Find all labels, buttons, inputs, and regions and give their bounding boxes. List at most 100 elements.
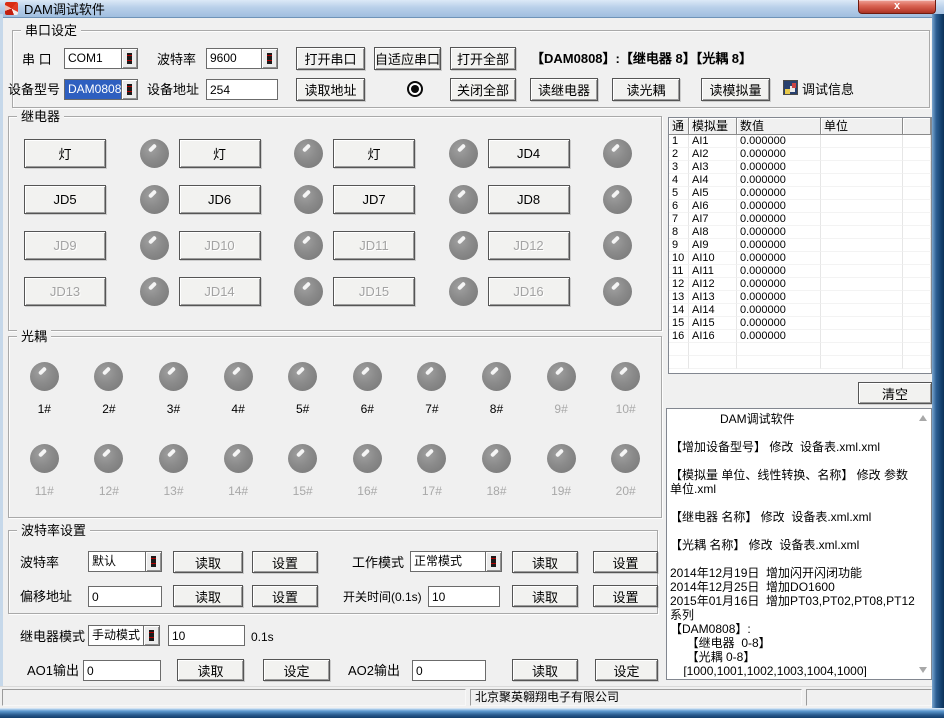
relay-button[interactable]: JD10 <box>179 231 261 260</box>
relay-button[interactable]: JD8 <box>488 185 570 214</box>
table-row[interactable] <box>669 343 931 356</box>
debug-info-icon[interactable] <box>783 80 798 95</box>
relay-mode-combo-dropdown-icon[interactable] <box>143 626 159 645</box>
auto-port-button[interactable]: 自适应串口 <box>374 47 441 70</box>
read-relay-button[interactable]: 读继电器 <box>530 78 598 101</box>
baud-combo-dropdown-icon[interactable] <box>261 49 277 68</box>
table-row[interactable]: 11 AI11 0.000000 <box>669 265 931 278</box>
read-analog-button[interactable]: 读模拟量 <box>701 78 770 101</box>
ao2-input[interactable] <box>412 660 486 681</box>
relay-button[interactable]: 灯 <box>333 139 415 168</box>
read-opto-button[interactable]: 读光耦 <box>612 78 680 101</box>
relay-time-input[interactable] <box>168 625 245 646</box>
open-port-button[interactable]: 打开串口 <box>296 47 365 70</box>
relay-button[interactable]: JD16 <box>488 277 570 306</box>
cell-unit <box>821 356 903 369</box>
table-row[interactable]: 2 AI2 0.000000 <box>669 148 931 161</box>
baudrate-combo[interactable]: 默认 <box>88 551 162 572</box>
opto-label: 9# <box>554 402 567 416</box>
baud-combo[interactable]: 9600 <box>206 48 278 69</box>
opto-grid: 1# 2# 3# 4# 5# 6# 7# 8# 9# 10# <box>12 362 658 498</box>
cell-channel: 16 <box>669 330 689 343</box>
table-row[interactable]: 16 AI16 0.000000 <box>669 330 931 343</box>
relay-mode-combo[interactable]: 手动模式 <box>88 625 160 646</box>
ao2-set-button[interactable]: 设定 <box>595 659 658 681</box>
relay-button[interactable]: 灯 <box>24 139 106 168</box>
switch-time-read-button[interactable]: 读取 <box>512 585 578 607</box>
relay-button[interactable]: JD11 <box>333 231 415 260</box>
relay-button[interactable]: JD13 <box>24 277 106 306</box>
opto-group-title: 光耦 <box>17 329 51 344</box>
relay-cell: JD14 <box>179 277 334 306</box>
relay-button[interactable]: JD12 <box>488 231 570 260</box>
port-combo-dropdown-icon[interactable] <box>121 49 137 68</box>
relay-button[interactable]: 灯 <box>179 139 261 168</box>
opto-label: 16# <box>357 484 377 498</box>
ao1-input[interactable] <box>83 660 161 681</box>
relay-button[interactable]: JD15 <box>333 277 415 306</box>
window-title: DAM调试软件 <box>24 0 105 18</box>
offset-read-button[interactable]: 读取 <box>173 585 243 607</box>
clear-button[interactable]: 清空 <box>858 382 932 404</box>
relay-button[interactable]: JD14 <box>179 277 261 306</box>
cell-name <box>689 343 737 356</box>
model-label: 设备型号 <box>8 82 60 97</box>
device-address-input[interactable] <box>206 79 278 100</box>
relay-button[interactable]: JD9 <box>24 231 106 260</box>
table-row[interactable]: 1 AI1 0.000000 <box>669 135 931 148</box>
relay-indicator-icon <box>449 139 478 168</box>
close-all-button[interactable]: 关闭全部 <box>450 78 516 101</box>
offset-set-button[interactable]: 设置 <box>252 585 318 607</box>
table-row[interactable]: 7 AI7 0.000000 <box>669 213 931 226</box>
ao2-read-button[interactable]: 读取 <box>512 659 578 681</box>
relay-button[interactable]: JD5 <box>24 185 106 214</box>
analog-column-header[interactable]: 模拟量 <box>689 118 737 135</box>
work-mode-set-button[interactable]: 设置 <box>593 551 658 573</box>
offset-input[interactable] <box>88 586 162 607</box>
relay-button[interactable]: JD6 <box>179 185 261 214</box>
work-mode-combo[interactable]: 正常模式 <box>410 551 502 572</box>
port-combo[interactable]: COM1 <box>64 48 138 69</box>
model-combo[interactable]: DAM0808 <box>64 79 138 100</box>
read-address-button[interactable]: 读取地址 <box>296 78 365 101</box>
analog-column-header[interactable]: 通 <box>669 118 689 135</box>
baudrate-read-button[interactable]: 读取 <box>173 551 243 573</box>
ao1-read-button[interactable]: 读取 <box>177 659 244 681</box>
table-row[interactable] <box>669 356 931 369</box>
scroll-down-icon[interactable] <box>919 667 927 673</box>
table-row[interactable]: 15 AI15 0.000000 <box>669 317 931 330</box>
table-row[interactable]: 3 AI3 0.000000 <box>669 161 931 174</box>
table-row[interactable]: 10 AI10 0.000000 <box>669 252 931 265</box>
baudrate-set-button[interactable]: 设置 <box>252 551 318 573</box>
analog-column-header[interactable]: 数值 <box>737 118 821 135</box>
work-mode-label: 工作模式 <box>352 555 404 570</box>
table-row[interactable]: 13 AI13 0.000000 <box>669 291 931 304</box>
table-row[interactable]: 6 AI6 0.000000 <box>669 200 931 213</box>
table-row[interactable]: 4 AI4 0.000000 <box>669 174 931 187</box>
cell-extra <box>903 330 931 343</box>
relay-button[interactable]: JD7 <box>333 185 415 214</box>
switch-time-input[interactable] <box>428 586 500 607</box>
relay-grid: 灯 灯 灯 JD4 JD5 JD6 JD7 JD8 JD9 JD10 <box>24 139 642 306</box>
opto-cell: 12# <box>94 444 123 498</box>
work-mode-combo-dropdown-icon[interactable] <box>485 552 501 571</box>
open-all-button[interactable]: 打开全部 <box>450 47 516 70</box>
relay-group-title: 继电器 <box>17 109 64 124</box>
cell-extra <box>903 278 931 291</box>
relay-button[interactable]: JD4 <box>488 139 570 168</box>
close-button[interactable]: x <box>858 0 936 14</box>
baudrate-combo-dropdown-icon[interactable] <box>145 552 161 571</box>
table-row[interactable]: 5 AI5 0.000000 <box>669 187 931 200</box>
scroll-up-icon[interactable] <box>919 415 927 421</box>
switch-time-set-button[interactable]: 设置 <box>593 585 658 607</box>
table-row[interactable]: 12 AI12 0.000000 <box>669 278 931 291</box>
ao1-set-button[interactable]: 设定 <box>263 659 330 681</box>
table-row[interactable]: 8 AI8 0.000000 <box>669 226 931 239</box>
table-row[interactable]: 9 AI9 0.000000 <box>669 239 931 252</box>
analog-column-header[interactable]: 单位 <box>821 118 903 135</box>
model-combo-dropdown-icon[interactable] <box>121 80 137 99</box>
analog-column-header[interactable] <box>903 118 931 135</box>
work-mode-read-button[interactable]: 读取 <box>512 551 578 573</box>
baud-settings-group-title: 波特率设置 <box>17 523 90 538</box>
table-row[interactable]: 14 AI14 0.000000 <box>669 304 931 317</box>
